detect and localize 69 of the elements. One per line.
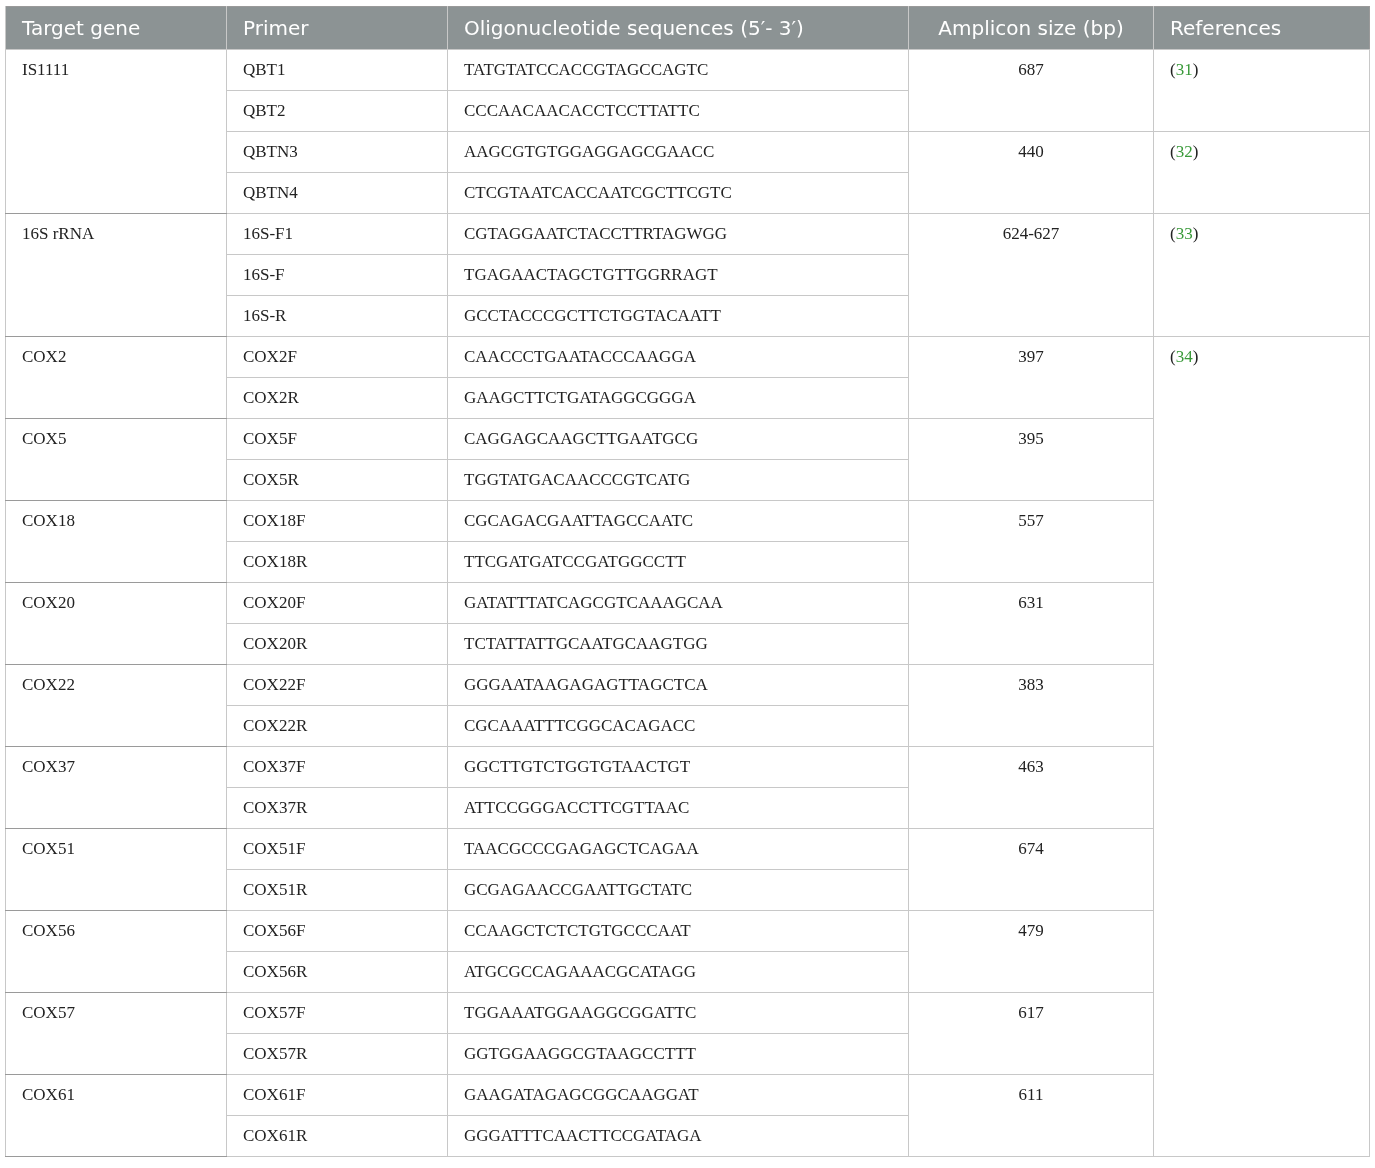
primer-cell: COX5F (226, 418, 448, 460)
amplicon-size-cell: 687 (908, 49, 1154, 132)
reference-link[interactable]: 31 (1175, 60, 1193, 79)
gene-cell: 16S rRNA (5, 213, 227, 337)
primer-cell: COX57F (226, 992, 448, 1034)
amplicon-size-cell: 440 (908, 131, 1154, 214)
primer-cell: COX56F (226, 910, 448, 952)
primer-cell: 16S-R (226, 295, 448, 337)
gene-cell: COX20 (5, 582, 227, 665)
column-header: Target gene (5, 6, 227, 50)
primer-cell: QBT2 (226, 90, 448, 132)
gene-cell: COX18 (5, 500, 227, 583)
primer-cell: COX51R (226, 869, 448, 911)
primer-cell: COX5R (226, 459, 448, 501)
gene-cell: COX61 (5, 1074, 227, 1157)
primer-cell: QBTN4 (226, 172, 448, 214)
primer-cell: COX2F (226, 336, 448, 378)
primer-cell: COX2R (226, 377, 448, 419)
primer-cell: COX57R (226, 1033, 448, 1075)
gene-cell: COX37 (5, 746, 227, 829)
primer-cell: 16S-F (226, 254, 448, 296)
primer-cell: COX61F (226, 1074, 448, 1116)
sequence-cell: CCAAGCTCTCTGTGCCCAAT (447, 910, 909, 952)
primer-cell: COX18R (226, 541, 448, 583)
primer-cell: COX61R (226, 1115, 448, 1157)
gene-cell: IS1111 (5, 49, 227, 214)
gene-cell: COX56 (5, 910, 227, 993)
column-header: Primer (226, 6, 448, 50)
primer-cell: COX37F (226, 746, 448, 788)
primer-cell: 16S-F1 (226, 213, 448, 255)
primer-cell: COX56R (226, 951, 448, 993)
sequence-cell: GATATTTATCAGCGTCAAAGCAA (447, 582, 909, 624)
sequence-cell: TGGAAATGGAAGGCGGATTC (447, 992, 909, 1034)
reference-cell: (32) (1153, 131, 1370, 214)
reference-link[interactable]: 32 (1175, 142, 1193, 161)
sequence-cell: CGTAGGAATCTACCTTRTAGWGG (447, 213, 909, 255)
primer-cell: COX20F (226, 582, 448, 624)
sequence-cell: GAAGATAGAGCGGCAAGGAT (447, 1074, 909, 1116)
primer-cell: COX37R (226, 787, 448, 829)
gene-cell: COX22 (5, 664, 227, 747)
sequence-cell: CAGGAGCAAGCTTGAATGCG (447, 418, 909, 460)
column-header: Amplicon size (bp) (908, 6, 1154, 50)
sequence-cell: TAACGCCCGAGAGCTCAGAA (447, 828, 909, 870)
reference-link[interactable]: 34 (1175, 347, 1193, 366)
reference-cell: (31) (1153, 49, 1370, 132)
sequence-cell: AAGCGTGTGGAGGAGCGAACC (447, 131, 909, 173)
primer-cell: COX22F (226, 664, 448, 706)
gene-cell: COX2 (5, 336, 227, 419)
primer-cell: QBT1 (226, 49, 448, 91)
reference-cell: (33) (1153, 213, 1370, 337)
gene-cell: COX5 (5, 418, 227, 501)
amplicon-size-cell: 624-627 (908, 213, 1154, 337)
column-header: Oligonucleotide sequences (5′- 3′) (447, 6, 909, 50)
primer-cell: COX22R (226, 705, 448, 747)
sequence-cell: TATGTATCCACCGTAGCCAGTC (447, 49, 909, 91)
sequence-cell: GGGAATAAGAGAGTTAGCTCA (447, 664, 909, 706)
gene-cell: COX57 (5, 992, 227, 1075)
column-header: References (1153, 6, 1370, 50)
sequence-cell: CAACCCTGAATACCCAAGGA (447, 336, 909, 378)
reference-cell: (34) (1153, 336, 1370, 1157)
sequence-cell: CGCAGACGAATTAGCCAATC (447, 500, 909, 542)
sequence-cell: GGCTTGTCTGGTGTAACTGT (447, 746, 909, 788)
amplicon-size-cell: 397 (908, 336, 1154, 419)
primer-cell: COX18F (226, 500, 448, 542)
reference-link[interactable]: 33 (1175, 224, 1193, 243)
primer-cell: QBTN3 (226, 131, 448, 173)
primer-cell: COX51F (226, 828, 448, 870)
gene-cell: COX51 (5, 828, 227, 911)
primer-cell: COX20R (226, 623, 448, 665)
